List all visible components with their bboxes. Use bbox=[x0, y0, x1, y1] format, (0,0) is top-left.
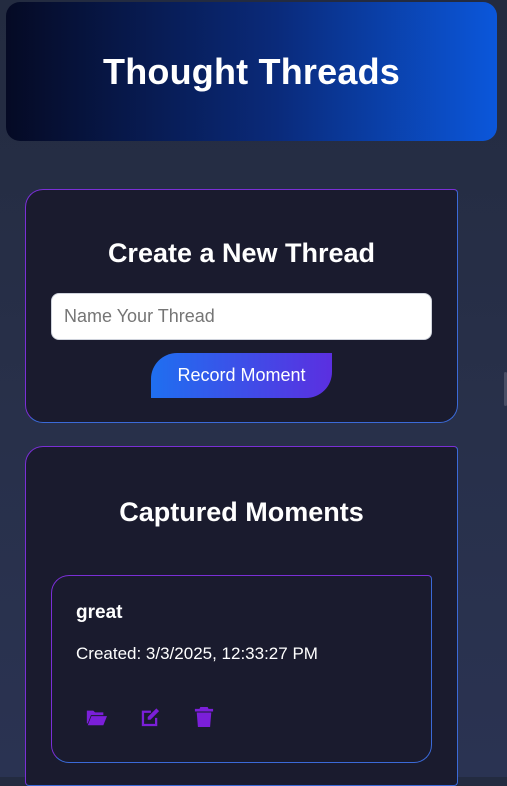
create-thread-card: Create a New Thread Record Moment bbox=[25, 189, 458, 423]
record-moment-button[interactable]: Record Moment bbox=[151, 353, 332, 398]
app-header: Thought Threads bbox=[6, 2, 497, 141]
captured-moments-card: Captured Moments great Created: 3/3/2025… bbox=[25, 446, 458, 786]
thread-name-input[interactable] bbox=[51, 293, 432, 340]
create-thread-heading: Create a New Thread bbox=[107, 238, 376, 268]
captured-moments-heading: Captured Moments bbox=[119, 497, 364, 527]
open-folder-button[interactable] bbox=[85, 706, 139, 728]
folder-open-icon bbox=[86, 710, 107, 726]
moment-actions bbox=[85, 706, 247, 728]
edit-icon bbox=[141, 708, 160, 727]
delete-button[interactable] bbox=[193, 706, 247, 728]
moment-title: great bbox=[76, 602, 123, 623]
edit-button[interactable] bbox=[139, 706, 193, 728]
trash-icon bbox=[194, 707, 214, 727]
moment-item: great Created: 3/3/2025, 12:33:27 PM bbox=[51, 575, 432, 763]
app-title: Thought Threads bbox=[103, 50, 400, 92]
moment-created-timestamp: Created: 3/3/2025, 12:33:27 PM bbox=[76, 644, 318, 663]
